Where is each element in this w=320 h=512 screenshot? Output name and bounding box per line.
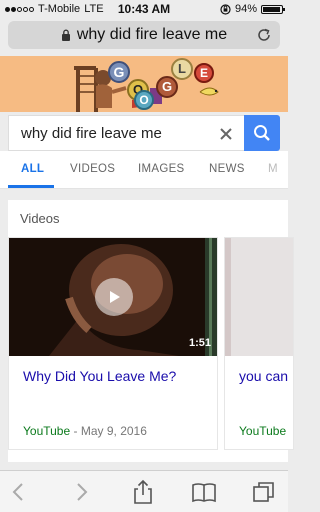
doodle-letter-o2: O [134, 90, 154, 110]
battery-percentage: 94% [234, 3, 257, 15]
video-source: YouTube [239, 424, 287, 438]
video-thumbnail[interactable]: 1:51 [9, 238, 217, 356]
lock-icon [61, 29, 70, 41]
tab-news[interactable]: NEWS [209, 163, 245, 175]
video-meta: YouTube [239, 424, 286, 438]
meta-separator: - [73, 424, 81, 438]
search-icon [254, 125, 270, 141]
video-date: May 9, 2016 [80, 424, 147, 438]
search-query-text: why did fire leave me [21, 124, 162, 142]
doodle-letter-g2: G [156, 76, 178, 98]
video-meta: YouTube - May 9, 2016 [23, 424, 147, 438]
bookmarks-icon[interactable] [191, 479, 217, 505]
play-icon[interactable] [95, 278, 133, 316]
videos-card: Videos 1:51 Why Did You Leave Me? YouTub… [8, 200, 294, 462]
search-button[interactable] [244, 115, 280, 151]
clear-search-icon[interactable] [216, 124, 236, 144]
video-title[interactable]: Why Did You Leave Me? [23, 368, 176, 384]
status-bar: T-Mobile LTE 10:43 AM 94% [0, 0, 288, 18]
battery-icon [261, 4, 285, 14]
reload-icon[interactable] [256, 27, 272, 43]
back-icon[interactable] [6, 479, 32, 505]
tab-videos[interactable]: VIDEOS [70, 163, 115, 175]
video-title[interactable]: you can [239, 368, 288, 384]
tab-more[interactable]: M [268, 163, 278, 175]
google-doodle[interactable]: G O O G L E [0, 56, 288, 112]
doodle-letter-e: E [194, 63, 214, 83]
search-tabs: ALL VIDEOS IMAGES NEWS M [0, 151, 288, 189]
tab-images[interactable]: IMAGES [138, 163, 185, 175]
video-duration: 1:51 [188, 337, 211, 349]
address-bar-text: why did fire leave me [76, 26, 228, 43]
orientation-lock-icon [220, 3, 231, 15]
safari-toolbar [0, 470, 288, 512]
videos-heading: Videos [20, 211, 60, 226]
tab-all[interactable]: ALL [21, 163, 44, 175]
forward-icon[interactable] [68, 479, 94, 505]
video-thumbnail[interactable] [225, 238, 293, 356]
video-result[interactable]: you can YouTube [224, 237, 294, 450]
address-bar[interactable]: why did fire leave me [8, 21, 280, 49]
doodle-letter-l: L [171, 58, 193, 80]
video-result[interactable]: 1:51 Why Did You Leave Me? YouTube - May… [8, 237, 218, 450]
doodle-letter-g1: G [108, 61, 130, 83]
search-input[interactable]: why did fire leave me [8, 115, 244, 151]
active-tab-indicator [8, 185, 54, 188]
video-source: YouTube [23, 424, 71, 438]
share-icon[interactable] [130, 479, 156, 505]
tabs-icon[interactable] [251, 479, 277, 505]
